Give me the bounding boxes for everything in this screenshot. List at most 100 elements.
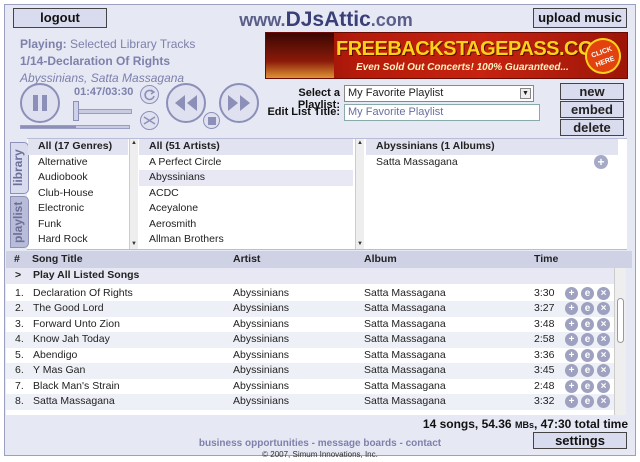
- table-row[interactable]: 3. Forward Unto Zion Abyssinians Satta Mass…: [6, 317, 614, 333]
- genre-item[interactable]: Electronic: [28, 201, 128, 217]
- new-playlist-button[interactable]: new: [560, 83, 624, 100]
- artist-item[interactable]: A Perfect Circle: [139, 155, 353, 171]
- album-item[interactable]: Abyssinians (1 Albums): [366, 139, 618, 155]
- scroll-up-icon[interactable]: ▲: [356, 139, 364, 148]
- track-scrollbar[interactable]: [614, 268, 626, 415]
- add-track-icon[interactable]: +: [565, 333, 578, 346]
- remove-track-icon[interactable]: ×: [597, 333, 610, 346]
- artist-item[interactable]: Aceyalone: [139, 201, 353, 217]
- genre-item[interactable]: Funk: [28, 217, 128, 233]
- track-title: Satta Massagana: [33, 395, 115, 407]
- volume-slider[interactable]: [76, 109, 132, 114]
- track-artist: Abyssinians: [233, 333, 290, 345]
- playlist-select-value: My Favorite Playlist: [348, 87, 444, 99]
- upload-music-button[interactable]: upload music: [533, 8, 627, 28]
- artist-item[interactable]: Allman Brothers: [139, 232, 353, 248]
- ad-banner[interactable]: FREEBACKSTAGEPASS.COM Even Sold Out Conc…: [265, 32, 628, 79]
- table-row[interactable]: 7. Black Man's Strain Abyssinians Satta Mas…: [6, 379, 614, 395]
- embed-track-icon[interactable]: e: [581, 286, 594, 300]
- add-track-icon[interactable]: +: [565, 317, 578, 331]
- logout-button[interactable]: logout: [13, 8, 107, 28]
- play-all-marker: >: [15, 269, 22, 281]
- add-track-icon[interactable]: +: [565, 286, 578, 300]
- embed-track-icon[interactable]: e: [581, 379, 594, 393]
- artist-scrollbar[interactable]: ▲ ▼: [355, 139, 364, 249]
- add-track-icon[interactable]: +: [565, 302, 578, 315]
- previous-button[interactable]: [166, 83, 206, 123]
- remove-track-icon[interactable]: ×: [597, 302, 610, 315]
- repeat-button[interactable]: [140, 85, 159, 104]
- embed-track-icon[interactable]: e: [581, 302, 594, 315]
- remove-track-icon[interactable]: ×: [597, 317, 610, 331]
- embed-track-icon[interactable]: e: [581, 395, 594, 408]
- col-artist[interactable]: Artist: [233, 251, 260, 268]
- genre-item[interactable]: Audiobook: [28, 170, 128, 186]
- col-time[interactable]: Time: [534, 251, 558, 268]
- artist-item[interactable]: ACDC: [139, 186, 353, 202]
- track-time: 3:48: [534, 317, 555, 330]
- scroll-up-icon[interactable]: ▲: [130, 139, 138, 148]
- add-track-icon[interactable]: +: [565, 395, 578, 408]
- genre-item[interactable]: Club-House: [28, 186, 128, 202]
- genre-scrollbar[interactable]: ▲ ▼: [129, 139, 138, 249]
- remove-track-icon[interactable]: ×: [597, 364, 610, 377]
- site-logo[interactable]: www.DJsAttic.com: [236, 8, 416, 32]
- track-number: 7.: [15, 379, 24, 392]
- remove-track-icon[interactable]: ×: [597, 379, 610, 393]
- track-time: 3:27: [534, 302, 555, 314]
- genre-item[interactable]: Hard Rock: [28, 232, 128, 248]
- remove-track-icon[interactable]: ×: [597, 286, 610, 300]
- remove-track-icon[interactable]: ×: [597, 395, 610, 408]
- col-song-title[interactable]: Song Title: [32, 251, 83, 268]
- track-number: 1.: [15, 286, 24, 299]
- scroll-down-icon[interactable]: ▼: [130, 240, 138, 249]
- embed-button[interactable]: embed: [560, 101, 624, 118]
- add-track-icon[interactable]: +: [565, 348, 578, 362]
- shuffle-button[interactable]: [140, 111, 159, 130]
- tab-playlist[interactable]: playlist: [10, 196, 29, 248]
- artist-item[interactable]: Aerosmith: [139, 217, 353, 233]
- add-track-icon[interactable]: +: [565, 364, 578, 377]
- play-all-row[interactable]: > Play All Listed Songs: [6, 268, 614, 284]
- table-row[interactable]: 4. Know Jah Today Abyssinians Satta Massaga…: [6, 332, 614, 348]
- volume-thumb[interactable]: [73, 101, 79, 121]
- progress-bar[interactable]: [20, 125, 130, 129]
- stop-button[interactable]: [203, 112, 220, 129]
- embed-track-icon[interactable]: e: [581, 317, 594, 331]
- add-album-icon[interactable]: +: [594, 155, 608, 169]
- genre-item[interactable]: Alternative: [28, 155, 128, 171]
- banner-subtitle: Even Sold Out Concerts! 100% Guaranteed.…: [356, 62, 569, 73]
- track-artist: Abyssinians: [233, 302, 290, 314]
- scroll-down-icon[interactable]: ▼: [356, 240, 364, 249]
- table-row[interactable]: 1. Declaration Of Rights Abyssinians Satta …: [6, 286, 614, 302]
- table-row[interactable]: 5. Abendigo Abyssinians Satta Massagana 3:36…: [6, 348, 614, 364]
- banner-crowd-image: [266, 33, 334, 78]
- playlist-select[interactable]: My Favorite Playlist ▼: [344, 85, 534, 102]
- embed-track-icon[interactable]: e: [581, 348, 594, 362]
- embed-track-icon[interactable]: e: [581, 333, 594, 346]
- artist-item[interactable]: Bob Dylan: [139, 248, 353, 250]
- album-item[interactable]: Satta Massagana: [366, 155, 618, 171]
- table-row[interactable]: 6. Y Mas Gan Abyssinians Satta Massagana 3:4…: [6, 363, 614, 379]
- playlist-title-input[interactable]: My Favorite Playlist: [344, 104, 540, 121]
- delete-button[interactable]: delete: [560, 119, 624, 136]
- genre-item[interactable]: Jazz & More: [28, 248, 128, 250]
- next-button[interactable]: [219, 83, 259, 123]
- table-row[interactable]: 8. Satta Massagana Abyssinians Satta Massag…: [6, 394, 614, 410]
- progress-fill: [21, 126, 77, 128]
- remove-track-icon[interactable]: ×: [597, 348, 610, 362]
- track-album: Satta Massagana: [364, 317, 446, 330]
- genre-item[interactable]: All (17 Genres): [28, 139, 128, 155]
- artist-item[interactable]: Abyssinians: [139, 170, 353, 186]
- footer-links[interactable]: business opportunities - message boards …: [0, 438, 640, 449]
- tab-library[interactable]: library: [10, 142, 29, 194]
- track-time: 3:45: [534, 364, 555, 376]
- col-album[interactable]: Album: [364, 251, 397, 268]
- track-scroll-thumb[interactable]: [617, 298, 624, 343]
- track-number: 8.: [15, 395, 24, 407]
- embed-track-icon[interactable]: e: [581, 364, 594, 377]
- artist-item[interactable]: All (51 Artists): [139, 139, 353, 155]
- table-row[interactable]: 2. The Good Lord Abyssinians Satta Massagan…: [6, 301, 614, 317]
- pause-button[interactable]: [20, 83, 60, 123]
- add-track-icon[interactable]: +: [565, 379, 578, 393]
